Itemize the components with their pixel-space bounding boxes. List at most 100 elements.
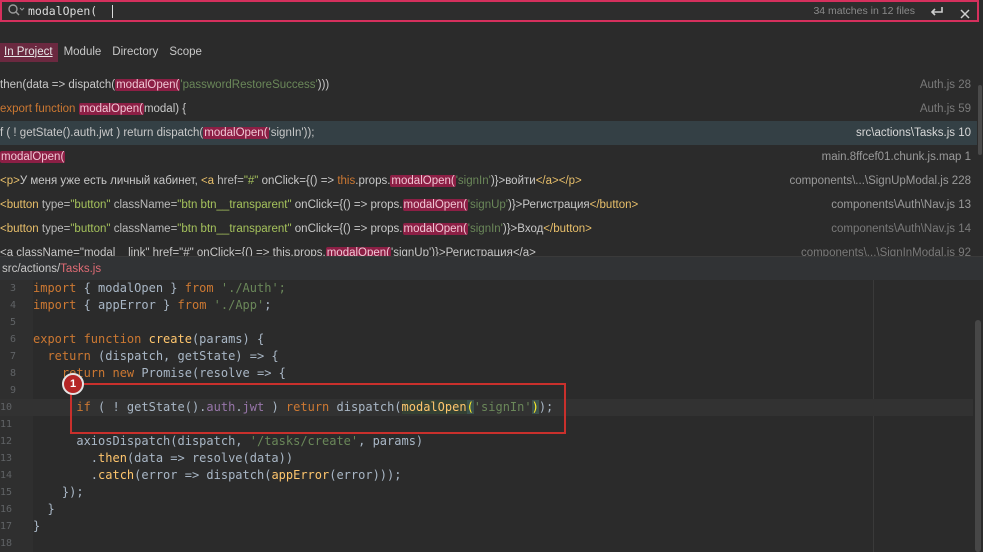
editor-scrollbar[interactable] (975, 320, 981, 552)
search-icon[interactable] (6, 2, 26, 20)
code-token: catch (98, 468, 135, 482)
match-highlight: modalOpen( (115, 79, 181, 91)
code-token: className= (113, 223, 178, 235)
tab-module[interactable]: Module (60, 43, 107, 62)
code-token: export function (33, 332, 149, 346)
line-number: 10 (0, 402, 13, 413)
search-result-row[interactable]: <button type="button" className="btn btn… (0, 217, 977, 241)
line-code: } (33, 518, 40, 535)
code-token: "btn btn__transparent" (177, 199, 295, 211)
tab-in-project[interactable]: In Project (0, 42, 58, 62)
code-token: 'passwordRestoreSuccess' (180, 79, 318, 91)
line-number: 11 (0, 419, 13, 430)
annotation-badge: 1 (62, 373, 84, 395)
line-number: 4 (9, 300, 16, 311)
code-line: 15 }); (0, 484, 973, 501)
results-scrollbar[interactable] (977, 73, 983, 256)
tab-directory[interactable]: Directory (108, 43, 163, 62)
search-result-row[interactable]: export function modalOpen(modal) {Auth.j… (0, 97, 977, 121)
search-input[interactable] (26, 4, 116, 18)
code-token: <a className="modal__link" href="#" onCl… (0, 247, 326, 256)
code-token: this (337, 175, 356, 187)
code-token: './App' (206, 298, 265, 312)
close-icon[interactable] (959, 5, 971, 19)
match-highlight: modalOpen( (0, 151, 66, 163)
line-code: axiosDispatch(dispatch, '/tasks/create',… (33, 433, 423, 450)
search-result-row[interactable]: <button type="button" className="btn btn… (0, 193, 977, 217)
code-token: 'signIn')); (268, 127, 315, 139)
result-code-snippet: then(data => dispatch(modalOpen('passwor… (0, 79, 920, 91)
code-token: <button (0, 199, 42, 211)
code-token: } (33, 502, 55, 516)
match-highlight: modalOpen( (402, 223, 468, 235)
code-token: onClick={() => (261, 175, 338, 187)
line-number: 16 (0, 504, 13, 515)
code-token: { appError } (76, 298, 178, 312)
code-token: f ( ! getState().auth.jwt ) return dispa… (0, 127, 204, 139)
result-file-location: components\...\SignUpModal.js 228 (789, 175, 971, 187)
code-token: )}>Вход (502, 223, 544, 235)
line-number: 8 (9, 368, 16, 379)
code-token: return (47, 349, 91, 363)
code-token: </button> (543, 223, 592, 235)
match-highlight: modalOpen( (325, 247, 392, 256)
code-line: 14 .catch(error => dispatch(appError(err… (0, 467, 973, 484)
code-token: <a (200, 175, 218, 187)
code-token: )}>войти (490, 175, 536, 187)
match-highlight: modalOpen( (402, 199, 468, 211)
line-number: 15 (0, 487, 13, 498)
enter-icon[interactable] (929, 4, 945, 18)
code-line: 3 import { modalOpen } from './Auth'; (0, 280, 973, 297)
line-code: } (33, 501, 55, 518)
tab-scope[interactable]: Scope (165, 43, 207, 62)
search-result-row[interactable]: f ( ! getState().auth.jwt ) return dispa… (0, 121, 977, 145)
line-number: 12 (0, 436, 13, 447)
search-result-row[interactable]: then(data => dispatch(modalOpen('passwor… (0, 73, 977, 97)
code-line: 6 export function create(params) { (0, 331, 973, 348)
code-line: 13 .then(data => resolve(data)) (0, 450, 973, 467)
code-token: import (33, 298, 77, 312)
line-number: 7 (9, 351, 16, 362)
search-result-row[interactable]: <a className="modal__link" href="#" onCl… (0, 241, 977, 256)
code-token: } (33, 519, 41, 533)
code-token: export function (0, 103, 79, 115)
code-token: "button" (70, 199, 114, 211)
result-code-snippet: <button type="button" className="btn btn… (0, 199, 831, 211)
code-token: create (148, 332, 192, 346)
code-token: </a></p> (535, 175, 582, 187)
tab-label: Directory (112, 45, 159, 58)
preview-file-path: src/actions/Tasks.js (0, 256, 983, 280)
line-number: 13 (0, 453, 13, 464)
code-token: type= (41, 223, 71, 235)
result-file-location: components\Auth\Nav.js 14 (831, 223, 971, 235)
search-results-list: then(data => dispatch(modalOpen('passwor… (0, 73, 977, 256)
scope-tabs: In Project Module Directory Scope (0, 41, 209, 63)
line-code: return (dispatch, getState) => { (33, 348, 278, 365)
code-token: then(data => dispatch( (0, 79, 116, 91)
code-line: 4 import { appError } from './App'; (0, 297, 973, 314)
code-token: <p> (0, 175, 20, 187)
code-line: 18 (0, 535, 973, 552)
code-token: , params) (358, 434, 424, 448)
line-number: 3 (9, 283, 16, 294)
code-line: 8 return new Promise(resolve => { (0, 365, 973, 382)
code-token: )}>Регистрация (508, 199, 590, 211)
code-token: onClick={() => props. (294, 199, 403, 211)
search-result-row[interactable]: modalOpen(main.8ffcef01.chunk.js.map 1 (0, 145, 977, 169)
line-number: 18 (0, 538, 13, 549)
code-token: type= (41, 199, 71, 211)
code-token: (params) { (191, 332, 265, 346)
code-token: { modalOpen } (76, 281, 185, 295)
results-scrollbar-thumb[interactable] (978, 85, 982, 155)
tab-label: Module (63, 45, 102, 58)
line-number: 17 (0, 521, 13, 532)
code-token: Promise(resolve => { (141, 366, 286, 380)
code-token: . (33, 451, 99, 465)
code-token: "#" (243, 175, 262, 187)
result-code-snippet: modalOpen( (0, 151, 822, 163)
code-token: <button (0, 223, 42, 235)
annotation-highlight-box (70, 383, 566, 434)
search-result-row[interactable]: <p>У меня уже есть личный кабинет, <a hr… (0, 169, 977, 193)
